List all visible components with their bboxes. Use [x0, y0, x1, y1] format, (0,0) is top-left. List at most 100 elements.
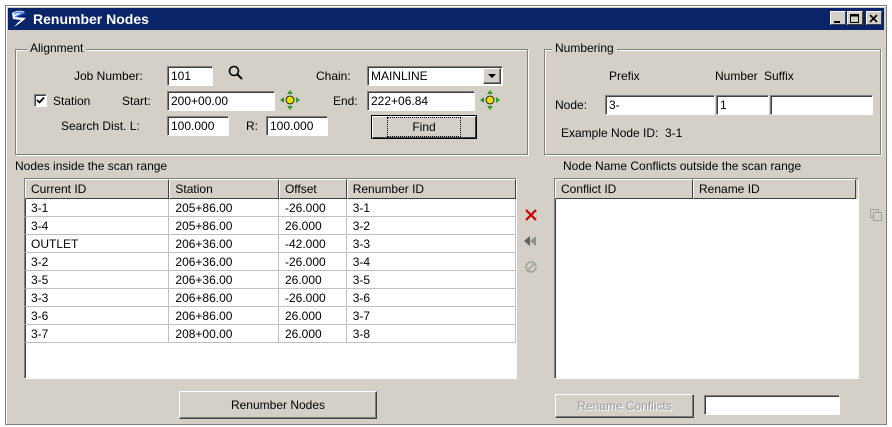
start-label: Start:: [122, 94, 151, 108]
reset-button[interactable]: [522, 258, 540, 276]
conflicts-table-caption: Node Name Conflicts outside the scan ran…: [563, 159, 802, 173]
checkmark-icon: [36, 96, 45, 104]
table-row[interactable]: 3-3 206+86.00 -26.000 3-6: [25, 289, 516, 307]
table-cell: 3-7: [346, 307, 516, 325]
prefix-header: Prefix: [609, 69, 640, 83]
table-cell: 3-5: [25, 271, 170, 289]
app-logo-icon: [12, 10, 26, 27]
table-row[interactable]: 3-6 206+86.00 26.000 3-7: [25, 307, 516, 325]
table-cell: 3-4: [346, 253, 516, 271]
chain-value: MAINLINE: [371, 69, 428, 83]
conflicts-table[interactable]: Conflict ID Rename ID: [554, 178, 859, 379]
start-station-input[interactable]: 200+00.00: [167, 91, 275, 111]
table-cell: 205+86.00: [169, 217, 279, 235]
search-dist-label: Search Dist. L:: [61, 119, 140, 133]
suffix-input[interactable]: [770, 95, 873, 115]
maximize-icon: [850, 14, 859, 23]
nodes-table-body: 3-1 205+86.00 -26.000 3-1 3-4 205+86.00 26.000…: [25, 199, 516, 343]
table-cell: 208+00.00: [169, 325, 279, 343]
table-cell: 206+36.00: [169, 271, 279, 289]
table-cell: 3-1: [346, 199, 516, 217]
title-bar[interactable]: Renumber Nodes: [8, 8, 884, 30]
table-cell: 3-5: [346, 271, 516, 289]
double-arrow-left-icon: [524, 236, 536, 246]
chevron-down-icon: [488, 74, 496, 78]
job-number-input[interactable]: 101: [167, 66, 213, 86]
table-cell: -26.000: [278, 199, 347, 217]
table-cell: 206+86.00: [169, 307, 279, 325]
pick-end-point-icon[interactable]: [480, 90, 500, 110]
find-button[interactable]: Find: [371, 115, 477, 139]
table-cell: 3-4: [25, 217, 170, 235]
table-row[interactable]: 3-7 208+00.00 26.000 3-8: [25, 325, 516, 343]
table-cell: 26.000: [278, 307, 347, 325]
copy-button[interactable]: [867, 206, 885, 224]
table-cell: OUTLET: [25, 235, 170, 253]
table-cell: 3-2: [25, 253, 170, 271]
minimize-button[interactable]: [830, 11, 846, 25]
table-cell: 3-3: [346, 235, 516, 253]
search-dist-left-input[interactable]: 100.000: [167, 116, 229, 136]
find-label: Find: [387, 117, 461, 137]
node-label: Node:: [555, 98, 588, 112]
search-icon[interactable]: [227, 64, 245, 82]
pick-start-point-icon[interactable]: [280, 90, 300, 110]
reset-disabled-icon: [525, 261, 537, 273]
table-cell: 205+86.00: [169, 199, 279, 217]
table-row[interactable]: 3-5 206+36.00 26.000 3-5: [25, 271, 516, 289]
example-node-id-label: Example Node ID:: [561, 126, 659, 140]
alignment-legend: Alignment: [27, 41, 87, 55]
renumber-nodes-window: Renumber Nodes Alignment Job Number: 101…: [5, 5, 887, 425]
renumber-nodes-button[interactable]: Renumber Nodes: [179, 391, 377, 419]
chain-dropdown-button[interactable]: [483, 68, 501, 84]
table-cell: 3-8: [346, 325, 516, 343]
close-button[interactable]: [866, 11, 882, 25]
minimize-icon: [834, 21, 840, 23]
number-input[interactable]: 1: [716, 95, 769, 115]
delete-x-icon: [525, 209, 537, 221]
table-cell: 3-6: [25, 307, 170, 325]
table-cell: 206+36.00: [169, 253, 279, 271]
column-header[interactable]: Station: [169, 179, 279, 199]
table-cell: 206+86.00: [169, 289, 279, 307]
rename-conflicts-input[interactable]: [704, 395, 840, 415]
move-to-conflicts-button[interactable]: [522, 232, 540, 250]
table-row[interactable]: 3-4 205+86.00 26.000 3-2: [25, 217, 516, 235]
maximize-button[interactable]: [847, 11, 863, 25]
column-header[interactable]: Offset: [278, 179, 347, 199]
example-node-id-value: 3-1: [665, 126, 683, 140]
column-header[interactable]: Conflict ID: [555, 179, 693, 199]
column-header[interactable]: Renumber ID: [346, 179, 516, 199]
station-label[interactable]: Station: [53, 94, 90, 108]
search-dist-right-input[interactable]: 100.000: [266, 116, 328, 136]
table-cell: -42.000: [278, 235, 347, 253]
nodes-table-caption: Nodes inside the scan range: [15, 159, 168, 173]
table-cell: 26.000: [278, 217, 347, 235]
table-row[interactable]: OUTLET 206+36.00 -42.000 3-3: [25, 235, 516, 253]
delete-button[interactable]: [522, 206, 540, 224]
job-number-label: Job Number:: [74, 69, 143, 83]
table-cell: 3-7: [25, 325, 170, 343]
table-cell: 206+36.00: [169, 235, 279, 253]
end-station-input[interactable]: 222+06.84: [367, 91, 475, 111]
table-cell: 26.000: [278, 325, 347, 343]
table-row[interactable]: 3-1 205+86.00 -26.000 3-1: [25, 199, 516, 217]
nodes-table[interactable]: Current ID Station Offset Renumber ID 3-…: [24, 178, 517, 379]
chain-label: Chain:: [316, 69, 351, 83]
number-header: Number: [715, 69, 758, 83]
column-header[interactable]: Rename ID: [693, 179, 856, 199]
table-cell: 3-6: [346, 289, 516, 307]
numbering-legend: Numbering: [552, 41, 617, 55]
table-cell: 3-3: [25, 289, 170, 307]
window-title: Renumber Nodes: [33, 11, 149, 27]
close-icon: [869, 14, 878, 23]
table-cell: -26.000: [278, 253, 347, 271]
column-header[interactable]: Current ID: [25, 179, 170, 199]
prefix-input[interactable]: 3-: [605, 95, 715, 115]
table-row[interactable]: 3-2 206+36.00 -26.000 3-4: [25, 253, 516, 271]
station-checkbox[interactable]: [34, 94, 47, 107]
rename-conflicts-button[interactable]: Rename Conflicts: [555, 394, 694, 418]
table-cell: -26.000: [278, 289, 347, 307]
table-cell: 26.000: [278, 271, 347, 289]
nodes-table-header: Current ID Station Offset Renumber ID: [25, 179, 516, 199]
